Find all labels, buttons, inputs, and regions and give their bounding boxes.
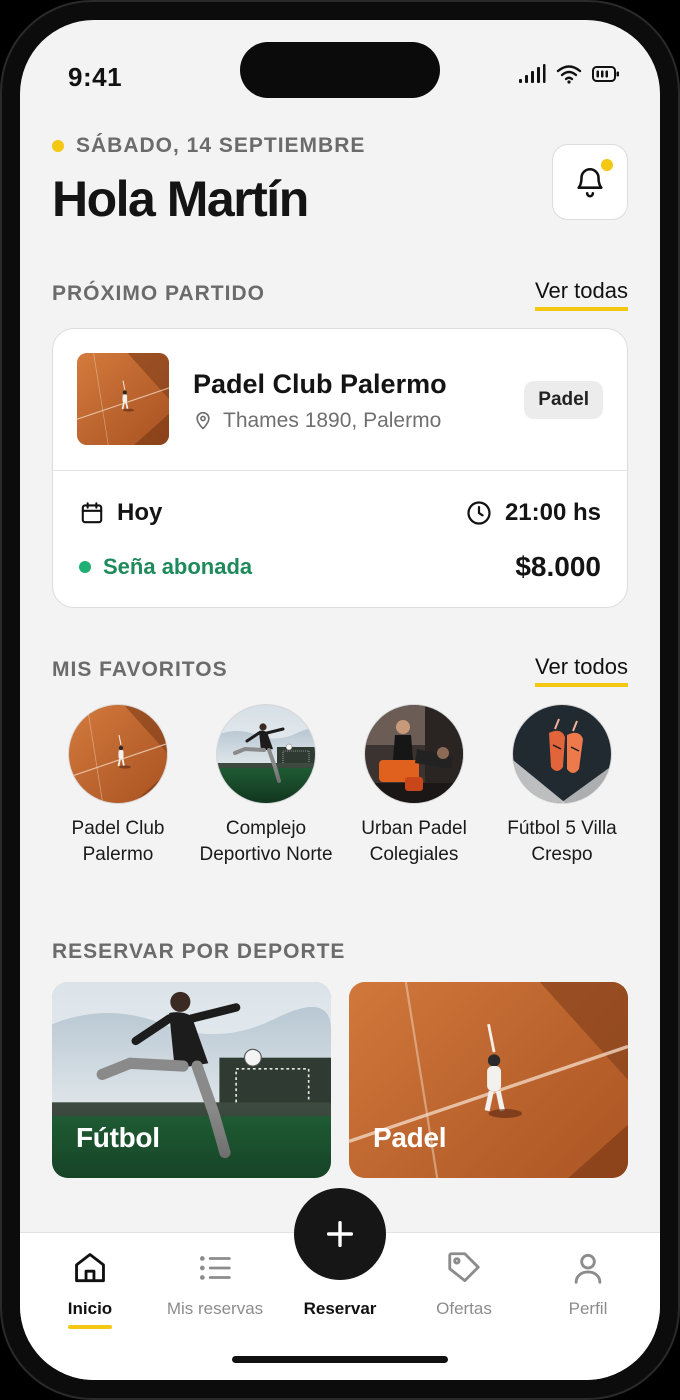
date-row: SÁBADO, 14 SEPTIEMBRE: [52, 134, 365, 158]
favorite-item[interactable]: Urban Padel Colegiales: [342, 704, 486, 868]
dynamic-island: [240, 42, 440, 98]
status-icons: [518, 64, 620, 84]
nav-home[interactable]: Inicio: [28, 1249, 152, 1329]
notifications-button[interactable]: [552, 144, 628, 220]
battery-icon: [592, 66, 619, 82]
status-time: 9:41: [68, 62, 123, 92]
home-indicator: [232, 1356, 448, 1363]
signal-icon: [519, 64, 546, 83]
phone-frame: 9:41 SÁBADO, 14 SEPTIEMBRE Hola Martín P…: [0, 0, 680, 1400]
nav-offers-label: Ofertas: [436, 1299, 492, 1318]
venue-address: Thames 1890, Palermo: [193, 409, 441, 433]
nav-profile-label: Perfil: [568, 1299, 608, 1318]
favorite-avatar: [68, 704, 168, 804]
nav-reservations[interactable]: Mis reservas: [153, 1249, 277, 1319]
sport-card-football[interactable]: Fútbol: [52, 982, 331, 1178]
match-payment-row: Seña abonada $8.000: [79, 551, 601, 583]
clock-icon: [467, 501, 491, 525]
next-match-title: PRÓXIMO PARTIDO: [52, 282, 265, 305]
wifi-icon: [556, 65, 582, 84]
favorites-list: Padel Club Palermo Complejo Deportivo No…: [46, 704, 634, 868]
favorite-name: Fútbol 5 Villa Crespo: [507, 818, 617, 865]
address-text: Thames 1890, Palermo: [223, 409, 442, 432]
sport-badge: Padel: [524, 381, 603, 419]
match-schedule-row: Hoy 21:00 hs: [79, 499, 601, 527]
current-date: SÁBADO, 14 SEPTIEMBRE: [76, 134, 366, 157]
match-day-text: Hoy: [117, 499, 163, 526]
venue-thumbnail: [77, 353, 169, 445]
see-all-favorites-link[interactable]: Ver todos: [535, 654, 628, 687]
nav-profile[interactable]: Perfil: [526, 1249, 650, 1319]
payment-status-dot: [79, 561, 91, 573]
match-day: Hoy: [79, 499, 162, 527]
match-venue-row: Padel Club Palermo Thames 1890, Palermo …: [53, 329, 627, 471]
favorites-title: MIS FAVORITOS: [52, 658, 228, 681]
user-icon: [574, 1253, 602, 1284]
plus-icon: [326, 1220, 354, 1248]
favorite-avatar: [512, 704, 612, 804]
status-dot: [52, 140, 64, 152]
book-fab-button[interactable]: [294, 1188, 386, 1280]
calendar-icon: [81, 502, 103, 524]
nav-book-label: Reservar: [303, 1299, 377, 1318]
notification-badge: [599, 157, 615, 173]
match-time: 21:00 hs: [465, 499, 601, 527]
sport-card-label: Padel: [373, 1122, 447, 1153]
nav-reservations-label: Mis reservas: [166, 1299, 264, 1318]
tag-icon: [448, 1252, 480, 1283]
payment-status: Seña abonada: [79, 554, 252, 580]
nav-active-indicator: [68, 1325, 112, 1329]
match-details: Hoy 21:00 hs Seña abonada $8.000: [53, 471, 627, 607]
next-match-card[interactable]: Padel Club Palermo Thames 1890, Palermo …: [52, 328, 628, 608]
favorite-name: Padel Club Palermo: [71, 818, 165, 865]
greeting-title: Hola Martín: [52, 171, 309, 227]
sport-card-padel[interactable]: Padel: [349, 982, 628, 1178]
nav-home-label: Inicio: [67, 1299, 113, 1318]
venue-name: Padel Club Palermo: [193, 369, 447, 399]
see-all-matches-link[interactable]: Ver todas: [535, 278, 628, 311]
favorite-item[interactable]: Padel Club Palermo: [46, 704, 190, 868]
favorite-name: Complejo Deportivo Norte: [199, 818, 333, 865]
location-pin-icon: [196, 411, 210, 430]
nav-offers[interactable]: Ofertas: [402, 1249, 526, 1319]
home-icon: [75, 1253, 105, 1283]
match-time-text: 21:00 hs: [504, 499, 601, 526]
favorite-item[interactable]: Fútbol 5 Villa Crespo: [490, 704, 634, 868]
favorite-name: Urban Padel Colegiales: [361, 818, 467, 865]
match-price: $8.000: [515, 551, 601, 582]
app-screen: 9:41 SÁBADO, 14 SEPTIEMBRE Hola Martín P…: [20, 20, 660, 1380]
status-bar: 9:41: [20, 20, 660, 130]
favorite-avatar: [364, 704, 464, 804]
payment-status-text: Seña abonada: [103, 554, 253, 579]
book-by-sport-title: RESERVAR POR DEPORTE: [52, 940, 346, 963]
favorite-avatar: [216, 704, 316, 804]
list-icon: [199, 1256, 231, 1280]
sport-card-label: Fútbol: [76, 1122, 160, 1153]
favorite-item[interactable]: Complejo Deportivo Norte: [194, 704, 338, 868]
